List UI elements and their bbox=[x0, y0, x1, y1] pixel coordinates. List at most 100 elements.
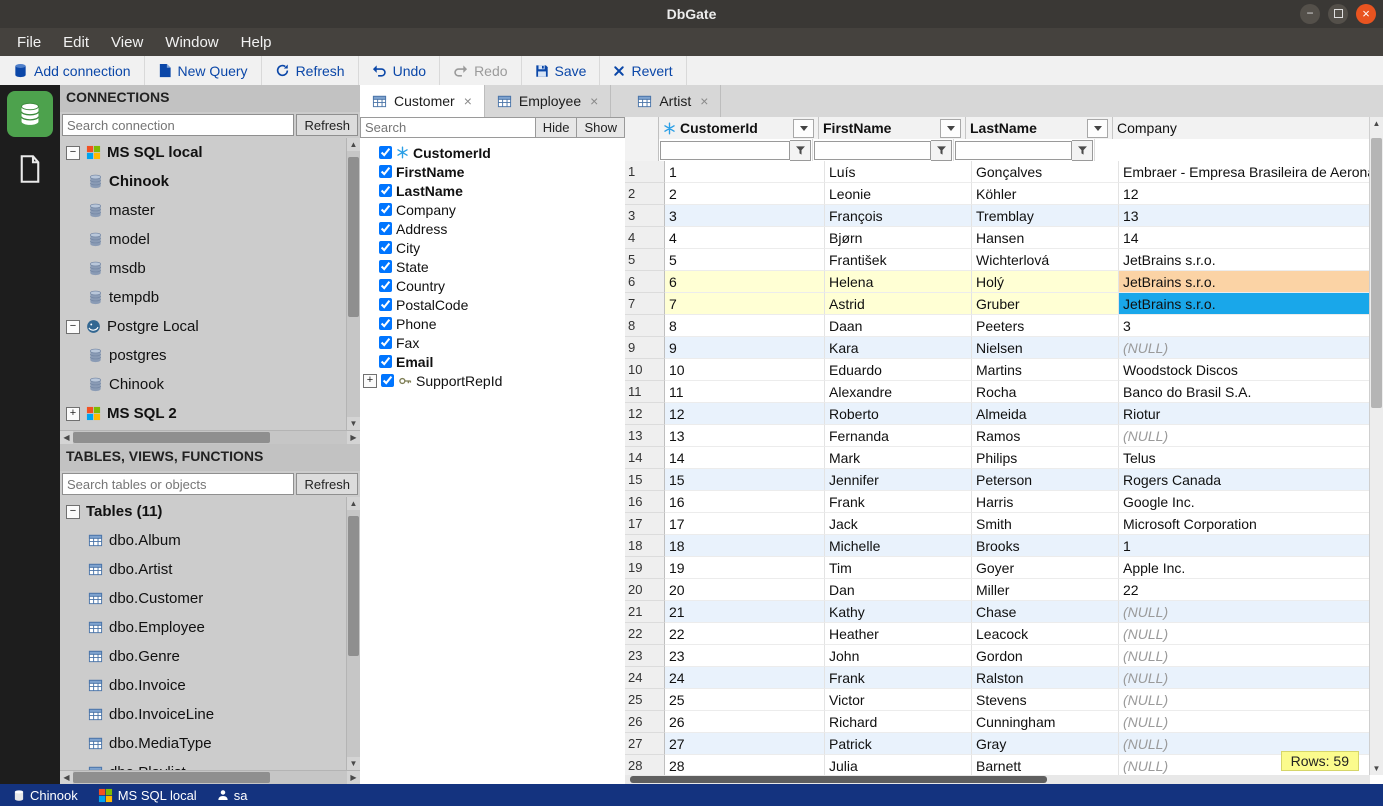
toolbar-new-query[interactable]: New Query bbox=[145, 56, 262, 85]
column-checkbox-fax[interactable] bbox=[379, 336, 392, 349]
cell-2-firstname[interactable]: Leonie bbox=[825, 183, 972, 205]
menu-edit[interactable]: Edit bbox=[52, 32, 100, 53]
scroll-left-button[interactable]: ◀ bbox=[60, 771, 73, 784]
scroll-right-button[interactable]: ▶ bbox=[347, 431, 360, 444]
cell-25-firstname[interactable]: Victor bbox=[825, 689, 972, 711]
cell-7-company[interactable]: JetBrains s.r.o. bbox=[1119, 293, 1370, 315]
cell-3-company[interactable]: 13 bbox=[1119, 205, 1370, 227]
cell-24-company[interactable]: (NULL) bbox=[1119, 667, 1370, 689]
cell-15-customerid[interactable]: 15 bbox=[665, 469, 825, 491]
column-menu-button[interactable] bbox=[793, 118, 814, 138]
menu-help[interactable]: Help bbox=[230, 32, 283, 53]
column-menu-button[interactable] bbox=[1087, 118, 1108, 138]
cell-25-lastname[interactable]: Stevens bbox=[972, 689, 1119, 711]
cell-21-lastname[interactable]: Chase bbox=[972, 601, 1119, 623]
column-item-phone[interactable]: Phone bbox=[363, 314, 625, 333]
cell-6-customerid[interactable]: 6 bbox=[665, 271, 825, 293]
cell-2-lastname[interactable]: Köhler bbox=[972, 183, 1119, 205]
cell-18-company[interactable]: 1 bbox=[1119, 535, 1370, 557]
column-item-postalcode[interactable]: PostalCode bbox=[363, 295, 625, 314]
cell-10-firstname[interactable]: Eduardo bbox=[825, 359, 972, 381]
cell-10-customerid[interactable]: 10 bbox=[665, 359, 825, 381]
cell-18-lastname[interactable]: Brooks bbox=[972, 535, 1119, 557]
cell-4-customerid[interactable]: 4 bbox=[665, 227, 825, 249]
cell-7-lastname[interactable]: Gruber bbox=[972, 293, 1119, 315]
cell-3-customerid[interactable]: 3 bbox=[665, 205, 825, 227]
tree-item-ms-sql-2[interactable]: + MS SQL 2 bbox=[60, 399, 346, 428]
cell-12-customerid[interactable]: 12 bbox=[665, 403, 825, 425]
column-item-customerid[interactable]: CustomerId bbox=[363, 143, 625, 162]
row-number-9[interactable]: 9 bbox=[625, 337, 665, 359]
column-checkbox-country[interactable] bbox=[379, 279, 392, 292]
row-number-28[interactable]: 28 bbox=[625, 755, 665, 775]
cell-17-customerid[interactable]: 17 bbox=[665, 513, 825, 535]
cell-10-company[interactable]: Woodstock Discos bbox=[1119, 359, 1370, 381]
cell-11-customerid[interactable]: 11 bbox=[665, 381, 825, 403]
tree-item-dbo-playlist[interactable]: dbo.Playlist bbox=[60, 758, 346, 770]
cell-11-company[interactable]: Banco do Brasil S.A. bbox=[1119, 381, 1370, 403]
row-number-26[interactable]: 26 bbox=[625, 711, 665, 733]
cell-28-lastname[interactable]: Barnett bbox=[972, 755, 1119, 775]
row-number-1[interactable]: 1 bbox=[625, 161, 665, 183]
column-item-company[interactable]: Company bbox=[363, 200, 625, 219]
cell-3-firstname[interactable]: François bbox=[825, 205, 972, 227]
column-search-input[interactable] bbox=[360, 117, 536, 138]
cell-27-lastname[interactable]: Gray bbox=[972, 733, 1119, 755]
collapse-icon[interactable]: − bbox=[66, 504, 80, 519]
hide-column-button[interactable]: Hide bbox=[535, 117, 578, 138]
tab-employee[interactable]: Employee × bbox=[484, 85, 612, 117]
row-number-11[interactable]: 11 bbox=[625, 381, 665, 403]
cell-2-customerid[interactable]: 2 bbox=[665, 183, 825, 205]
cell-26-company[interactable]: (NULL) bbox=[1119, 711, 1370, 733]
row-number-22[interactable]: 22 bbox=[625, 623, 665, 645]
row-number-8[interactable]: 8 bbox=[625, 315, 665, 337]
column-item-state[interactable]: State bbox=[363, 257, 625, 276]
collapse-icon[interactable]: − bbox=[66, 145, 80, 160]
cell-10-lastname[interactable]: Martins bbox=[972, 359, 1119, 381]
cell-7-firstname[interactable]: Astrid bbox=[825, 293, 972, 315]
scrollbar-thumb[interactable] bbox=[348, 516, 359, 656]
column-item-firstname[interactable]: FirstName bbox=[363, 162, 625, 181]
cell-14-firstname[interactable]: Mark bbox=[825, 447, 972, 469]
toolbar-refresh[interactable]: Refresh bbox=[262, 56, 359, 85]
row-number-25[interactable]: 25 bbox=[625, 689, 665, 711]
column-checkbox-lastname[interactable] bbox=[379, 184, 392, 197]
row-number-14[interactable]: 14 bbox=[625, 447, 665, 469]
cell-28-customerid[interactable]: 28 bbox=[665, 755, 825, 775]
column-checkbox-firstname[interactable] bbox=[379, 165, 392, 178]
cell-4-firstname[interactable]: Bjørn bbox=[825, 227, 972, 249]
tab-close-icon[interactable]: × bbox=[700, 93, 708, 109]
scrollbar-thumb[interactable] bbox=[73, 432, 271, 443]
scrollbar-thumb[interactable] bbox=[348, 157, 359, 317]
cell-9-customerid[interactable]: 9 bbox=[665, 337, 825, 359]
cell-15-lastname[interactable]: Peterson bbox=[972, 469, 1119, 491]
cell-9-lastname[interactable]: Nielsen bbox=[972, 337, 1119, 359]
tab-close-icon[interactable]: × bbox=[464, 93, 472, 109]
cell-23-firstname[interactable]: John bbox=[825, 645, 972, 667]
tree-item-postgre-local[interactable]: − Postgre Local bbox=[60, 312, 346, 341]
row-number-16[interactable]: 16 bbox=[625, 491, 665, 513]
cell-23-lastname[interactable]: Gordon bbox=[972, 645, 1119, 667]
cell-20-customerid[interactable]: 20 bbox=[665, 579, 825, 601]
tree-item-tempdb[interactable]: tempdb bbox=[60, 283, 346, 312]
toolbar-redo[interactable]: Redo bbox=[440, 56, 522, 85]
collapse-icon[interactable]: − bbox=[66, 319, 80, 334]
cell-1-firstname[interactable]: Luís bbox=[825, 161, 972, 183]
cell-3-lastname[interactable]: Tremblay bbox=[972, 205, 1119, 227]
nav-files-icon[interactable] bbox=[7, 149, 53, 189]
scroll-up-button[interactable]: ▲ bbox=[347, 497, 360, 510]
tree-item-chinook[interactable]: Chinook bbox=[60, 370, 346, 399]
cell-18-customerid[interactable]: 18 bbox=[665, 535, 825, 557]
cell-13-firstname[interactable]: Fernanda bbox=[825, 425, 972, 447]
tree-item-dbo-invoice[interactable]: dbo.Invoice bbox=[60, 671, 346, 700]
column-header-firstname[interactable]: FirstName bbox=[819, 117, 966, 139]
row-number-24[interactable]: 24 bbox=[625, 667, 665, 689]
cell-21-firstname[interactable]: Kathy bbox=[825, 601, 972, 623]
tree-item-dbo-invoiceline[interactable]: dbo.InvoiceLine bbox=[60, 700, 346, 729]
cell-24-customerid[interactable]: 24 bbox=[665, 667, 825, 689]
cell-17-company[interactable]: Microsoft Corporation bbox=[1119, 513, 1370, 535]
cell-13-company[interactable]: (NULL) bbox=[1119, 425, 1370, 447]
maximize-button[interactable] bbox=[1328, 4, 1348, 24]
cell-11-lastname[interactable]: Rocha bbox=[972, 381, 1119, 403]
expand-icon[interactable]: + bbox=[66, 406, 80, 421]
